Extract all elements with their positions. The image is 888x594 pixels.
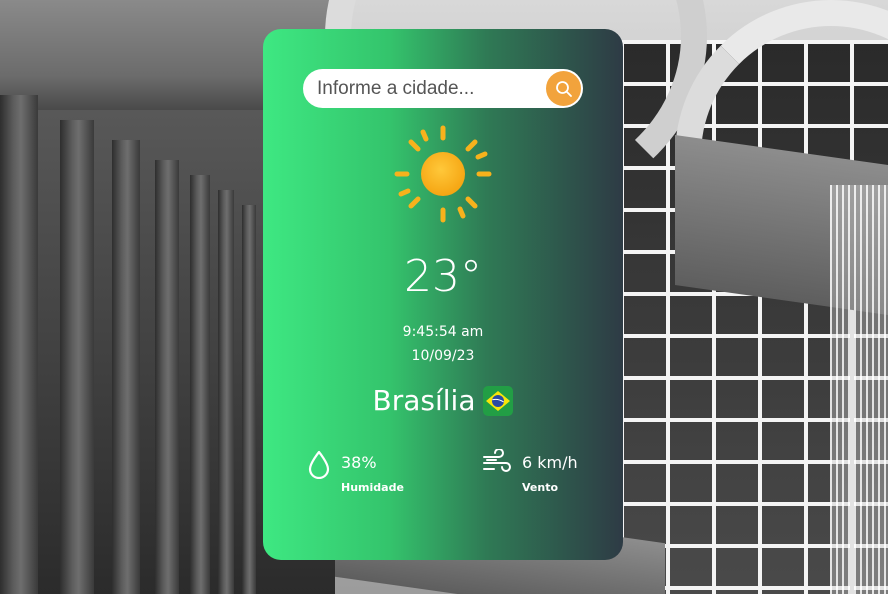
search-bar (303, 69, 583, 108)
background-waterfall (830, 185, 888, 594)
wind-value: 6 km/h (522, 453, 578, 472)
wind-icon (483, 449, 511, 472)
sun-icon (394, 125, 492, 223)
droplet-icon (308, 450, 330, 479)
background-pillar (218, 190, 234, 594)
current-date: 10/09/23 (411, 348, 475, 364)
humidity-stat: 38% Humidade (307, 449, 404, 494)
background-pillar (155, 160, 179, 594)
background-pillar (60, 120, 94, 594)
search-input[interactable] (315, 72, 539, 105)
search-button[interactable] (546, 71, 581, 106)
background-pillar (0, 95, 38, 594)
background-pillar (190, 175, 210, 594)
city-name: Brasília (372, 384, 476, 417)
wind-label: Vento (522, 481, 559, 494)
background-pillar (112, 140, 140, 594)
brazil-flag-icon (483, 385, 514, 416)
weather-card: 23° 9:45:54 am 10/09/23 Brasília 38% Hum… (263, 29, 623, 560)
search-icon (555, 80, 572, 97)
temperature: 23° (404, 251, 482, 302)
location: Brasília (263, 384, 623, 417)
background-pillar (242, 205, 256, 594)
wind-stat: 6 km/h Vento (482, 449, 578, 494)
humidity-value: 38% (341, 453, 377, 472)
humidity-label: Humidade (341, 481, 404, 494)
current-time: 9:45:54 am (402, 324, 484, 340)
